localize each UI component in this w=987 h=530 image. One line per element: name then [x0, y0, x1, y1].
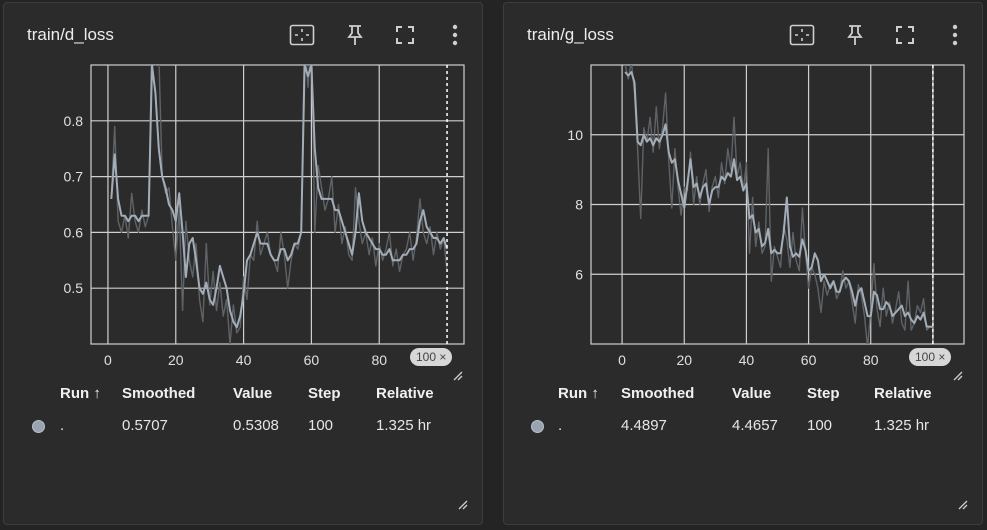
- y-tick-label: 0.6: [64, 224, 84, 240]
- x-tick-label: 0: [104, 352, 112, 368]
- y-tick-label: 0.5: [64, 280, 84, 296]
- header-step: Step: [807, 385, 840, 402]
- raw-series-line: [110, 65, 448, 344]
- fit-domain-icon[interactable]: [788, 21, 816, 49]
- pin-icon[interactable]: [341, 21, 369, 49]
- header-smoothed: Smoothed: [621, 385, 695, 402]
- row-run: .: [60, 417, 65, 434]
- x-tick-label: 20: [168, 352, 184, 368]
- x-tick-label: 80: [371, 352, 387, 368]
- x-tick-label: 80: [863, 352, 879, 368]
- header-step: Step: [308, 385, 341, 402]
- x-tick-label: 40: [739, 352, 755, 368]
- row-value: 0.5308: [233, 417, 279, 434]
- header-smoothed: Smoothed: [122, 385, 196, 402]
- line-chart-g-loss[interactable]: 0204060801006810: [504, 63, 984, 373]
- y-tick-label: 10: [567, 127, 583, 143]
- x-tick-label: 40: [236, 352, 252, 368]
- y-tick-label: 8: [575, 197, 583, 213]
- row-value: 4.4657: [732, 417, 778, 434]
- scalar-card-g-loss: train/g_loss 0 20 40 60 80 100 6 8 10 100 × Run …: [503, 2, 983, 525]
- resize-handle-icon[interactable]: [453, 371, 463, 381]
- pin-icon[interactable]: [841, 21, 869, 49]
- line-chart-d-loss[interactable]: 0 20 40 60 80 0.5 0.6 0.7 0.8: [4, 63, 484, 373]
- row-step: 100: [807, 417, 833, 434]
- fit-domain-icon[interactable]: [288, 21, 316, 49]
- y-tick-label: 6: [575, 266, 583, 282]
- x-tick-label: 60: [304, 352, 320, 368]
- fullscreen-icon[interactable]: [891, 21, 919, 49]
- table-row: . 4.4897 4.4657 100 1.325 hr: [504, 417, 984, 439]
- raw-series-line: [624, 65, 934, 344]
- card-title: train/g_loss: [527, 25, 614, 44]
- step-selector-badge[interactable]: 100 ×: [410, 348, 453, 366]
- row-smoothed: 4.4897: [621, 417, 667, 434]
- y-tick-label: 0.8: [64, 113, 84, 129]
- x-tick-label: 20: [676, 352, 692, 368]
- x-tick-label: 0: [618, 352, 626, 368]
- fullscreen-icon[interactable]: [391, 21, 419, 49]
- table-header: Run ↑ Smoothed Value Step Relative: [504, 385, 984, 407]
- row-step: 100: [308, 417, 334, 434]
- plot-frame: [90, 64, 465, 345]
- scalar-card-d-loss: train/d_loss 0 20 40 60 80 0.5 0.6 0.7 0.8 100 ×…: [3, 2, 483, 525]
- card-resize-handle-icon[interactable]: [458, 500, 468, 510]
- header-relative: Relative: [376, 385, 434, 402]
- header-value: Value: [732, 385, 772, 402]
- row-relative: 1.325 hr: [376, 417, 432, 434]
- card-resize-handle-icon[interactable]: [958, 500, 968, 510]
- row-smoothed: 0.5707: [122, 417, 168, 434]
- step-selector-badge[interactable]: 100 ×: [909, 348, 952, 366]
- table-row: . 0.5707 0.5308 100 1.325 hr: [4, 417, 484, 439]
- y-tick-label: 0.7: [64, 169, 84, 185]
- header-run[interactable]: Run ↑: [60, 385, 101, 402]
- row-relative: 1.325 hr: [874, 417, 930, 434]
- card-title: train/d_loss: [27, 25, 114, 44]
- header-run[interactable]: Run ↑: [558, 385, 599, 402]
- header-value: Value: [233, 385, 273, 402]
- more-vert-icon[interactable]: [441, 21, 469, 49]
- resize-handle-icon[interactable]: [953, 371, 963, 381]
- row-run: .: [558, 417, 563, 434]
- table-header: Run ↑ Smoothed Value Step Relative: [4, 385, 484, 407]
- header-relative: Relative: [874, 385, 932, 402]
- more-vert-icon[interactable]: [941, 21, 969, 49]
- x-tick-label: 60: [801, 352, 817, 368]
